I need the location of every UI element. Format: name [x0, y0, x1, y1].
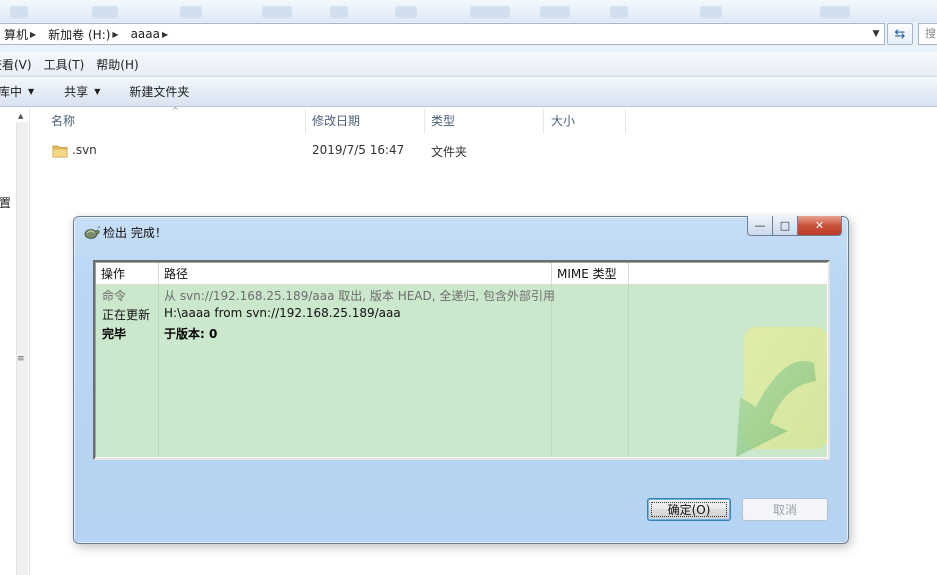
file-modified: 2019/7/5 16:47	[312, 143, 405, 157]
breadcrumb-folder[interactable]: aaaa ▶	[127, 27, 177, 41]
focus-rect	[651, 502, 727, 517]
chevron-right-icon[interactable]: ▶	[30, 30, 36, 39]
checkout-finished-dialog: 检出 完成！ — □ ✕ 操作 路径 MIME 类型 命令 从 svn://19…	[73, 216, 849, 544]
log-list-frame: 操作 路径 MIME 类型 命令 从 svn://192.168.25.189/…	[95, 262, 828, 458]
search-input[interactable]: 搜	[918, 23, 937, 45]
menu-bar: 查看(V) 工具(T) 帮助(H)	[0, 52, 937, 77]
address-bar: 算机 ▶ 新加卷 (H:) ▶ aaaa ▶ ▼ ⇆ 搜	[0, 22, 937, 52]
chevron-down-icon: ▼	[28, 87, 35, 96]
menu-tools[interactable]: 工具(T)	[44, 56, 93, 73]
log-list-body[interactable]: 命令 从 svn://192.168.25.189/aaa 取出, 版本 HEA…	[96, 285, 827, 457]
log-path: 于版本: 0	[164, 327, 218, 341]
table-row[interactable]: .svn 2019/7/5 16:47 文件夹	[31, 140, 937, 162]
minimize-icon[interactable]: —	[747, 216, 773, 236]
button-label: 新建文件夹	[129, 85, 190, 99]
log-path: 从 svn://192.168.25.189/aaa 取出, 版本 HEAD, …	[164, 289, 556, 303]
nav-scrollbar[interactable]	[16, 122, 28, 575]
button-label: 共享	[64, 85, 89, 99]
dialog-title: 检出 完成！	[103, 226, 167, 240]
menu-help[interactable]: 帮助(H)	[96, 56, 146, 73]
include-in-library-button[interactable]: 库中 ▼	[0, 83, 34, 100]
log-action: 完毕	[102, 327, 127, 341]
blurred-toolbar-icons	[0, 6, 937, 20]
window-title-strip	[0, 0, 937, 22]
chevron-right-icon[interactable]: ▶	[112, 30, 118, 39]
cancel-button[interactable]: 取消	[742, 498, 828, 521]
log-action: 正在更新	[102, 308, 151, 322]
breadcrumb[interactable]: 算机 ▶ 新加卷 (H:) ▶ aaaa ▶ ▼	[0, 23, 885, 45]
log-column-header-row: 操作 路径 MIME 类型	[96, 263, 827, 285]
breadcrumb-label: 算机	[4, 27, 29, 42]
chevron-right-icon[interactable]: ▶	[162, 30, 168, 39]
folder-icon	[52, 145, 68, 158]
log-list: 操作 路径 MIME 类型 命令 从 svn://192.168.25.189/…	[93, 260, 830, 460]
column-header-name[interactable]: 名称	[43, 108, 306, 134]
log-row-updating[interactable]: 正在更新 H:\aaaa from svn://192.168.25.189/a…	[96, 305, 827, 324]
column-header-modified[interactable]: 修改日期	[304, 108, 425, 134]
dialog-title-bar: 检出 完成！	[83, 224, 167, 241]
column-header-row: ^ 名称 修改日期 类型 大小	[31, 106, 937, 134]
navigation-pane: ▲ 置 ≡	[0, 108, 30, 575]
breadcrumb-computer[interactable]: 算机 ▶	[0, 26, 44, 43]
breadcrumb-label: aaaa	[130, 27, 160, 41]
column-header-path[interactable]: 路径	[159, 263, 552, 285]
splitter-grip-icon[interactable]: ≡	[17, 354, 25, 364]
file-name: .svn	[72, 143, 97, 157]
command-toolbar: 库中 ▼ 共享 ▼ 新建文件夹	[0, 77, 937, 107]
share-button[interactable]: 共享 ▼	[64, 83, 100, 100]
cancel-button-label: 取消	[772, 503, 797, 517]
breadcrumb-label: 新加卷 (H:)	[48, 27, 111, 42]
new-folder-button[interactable]: 新建文件夹	[129, 83, 189, 100]
checkout-arrow-icon	[736, 327, 827, 457]
column-header-action[interactable]: 操作	[96, 263, 159, 285]
scroll-up-icon[interactable]: ▲	[18, 112, 23, 120]
log-row-command[interactable]: 命令 从 svn://192.168.25.189/aaa 取出, 版本 HEA…	[96, 286, 827, 305]
log-path: H:\aaaa from svn://192.168.25.189/aaa	[164, 306, 401, 320]
menu-view[interactable]: 查看(V)	[0, 56, 40, 73]
window-controls: — □ ✕	[747, 216, 842, 236]
column-header-mime[interactable]: MIME 类型	[552, 263, 629, 285]
log-action: 命令	[102, 289, 127, 303]
maximize-icon[interactable]: □	[773, 216, 798, 236]
log-row-completed[interactable]: 完毕 于版本: 0	[96, 324, 827, 343]
breadcrumb-drive[interactable]: 新加卷 (H:) ▶	[44, 26, 126, 43]
tortoisesvn-icon	[84, 225, 100, 239]
button-label: 库中	[0, 85, 23, 99]
column-header-size[interactable]: 大小	[543, 108, 626, 134]
file-type: 文件夹	[431, 145, 468, 159]
chevron-down-icon[interactable]: ▼	[868, 24, 884, 44]
column-header-type[interactable]: 类型	[423, 108, 544, 134]
refresh-icon[interactable]: ⇆	[887, 23, 913, 45]
close-icon[interactable]: ✕	[798, 216, 842, 236]
ok-button[interactable]: 确定(O)	[647, 498, 731, 521]
nav-item-label[interactable]: 置	[0, 194, 11, 211]
chevron-down-icon: ▼	[94, 87, 101, 96]
